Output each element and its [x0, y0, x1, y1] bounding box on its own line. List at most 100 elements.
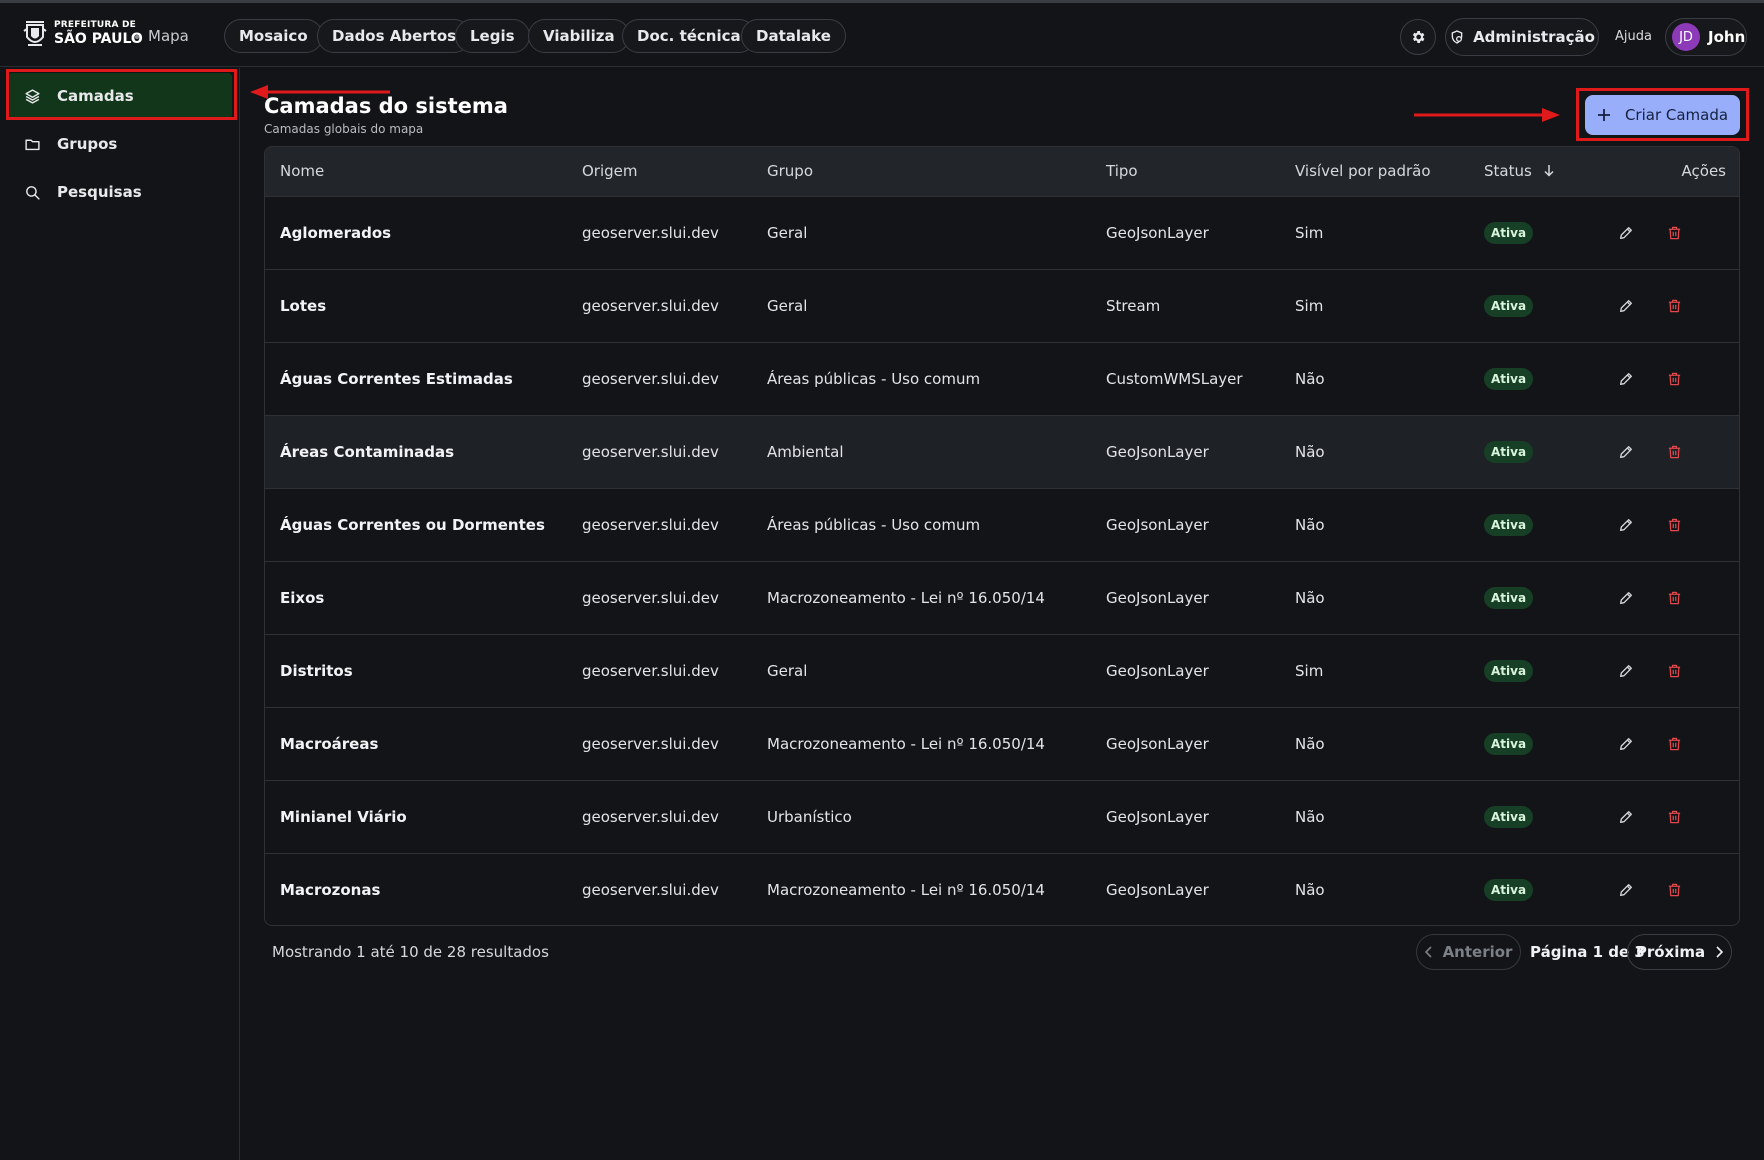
table-row[interactable]: Eixos geoserver.slui.dev Macrozoneamento… [265, 561, 1739, 634]
cell-nome: Eixos [280, 588, 325, 607]
cell-nome: Macroáreas [280, 734, 379, 753]
trash-icon [1668, 810, 1680, 823]
top-header: PREFEITURA DE SÃO PAULO Mapa Mosaico Dad… [0, 3, 1764, 67]
nav-doc-tecnica[interactable]: Doc. técnica [622, 19, 756, 53]
cell-visivel: Não [1295, 734, 1325, 753]
cell-origem: geoserver.slui.dev [582, 296, 719, 315]
sidebar-item-label: Camadas [57, 87, 134, 105]
app-name[interactable]: Mapa [148, 27, 189, 45]
table-row[interactable]: Lotes geoserver.slui.dev Geral Stream Si… [265, 269, 1739, 342]
layers-icon [25, 88, 40, 104]
cell-grupo: Geral [767, 223, 808, 242]
edit-button[interactable] [1616, 515, 1636, 535]
table-row[interactable]: Macrozonas geoserver.slui.dev Macrozonea… [265, 853, 1739, 925]
cell-visivel: Não [1295, 442, 1325, 461]
column-header-visivel[interactable]: Visível por padrão [1280, 147, 1469, 197]
column-header-status-label: Status [1484, 162, 1532, 181]
cell-visivel: Não [1295, 807, 1325, 826]
cell-tipo: GeoJsonLayer [1106, 807, 1209, 826]
next-page-button[interactable]: Próxima [1627, 934, 1732, 970]
pencil-icon [1620, 591, 1632, 604]
cell-grupo: Urbanístico [767, 807, 852, 826]
table-row[interactable]: Aglomerados geoserver.slui.dev Geral Geo… [265, 196, 1739, 269]
criar-camada-label: Criar Camada [1624, 106, 1729, 124]
status-badge: Ativa [1484, 294, 1534, 317]
cell-origem: geoserver.slui.dev [582, 661, 719, 680]
pencil-icon [1620, 226, 1632, 239]
column-header-nome[interactable]: Nome [265, 147, 567, 197]
table-row[interactable]: Minianel Viário geoserver.slui.dev Urban… [265, 780, 1739, 853]
delete-button[interactable] [1664, 880, 1684, 900]
nav-datalake[interactable]: Datalake [741, 19, 846, 53]
edit-button[interactable] [1616, 661, 1636, 681]
pencil-icon [1620, 518, 1632, 531]
cell-tipo: GeoJsonLayer [1106, 588, 1209, 607]
table-row[interactable]: Áreas Contaminadas geoserver.slui.dev Am… [265, 415, 1739, 488]
settings-button[interactable] [1400, 19, 1436, 55]
nav-viabiliza[interactable]: Viabiliza [528, 19, 630, 53]
cell-tipo: GeoJsonLayer [1106, 880, 1209, 899]
cell-status: Ativa [1469, 488, 1587, 561]
column-header-grupo[interactable]: Grupo [752, 147, 1091, 197]
status-badge: Ativa [1484, 659, 1534, 682]
criar-camada-button[interactable]: Criar Camada [1585, 95, 1740, 135]
prefeitura-logo[interactable]: PREFEITURA DE SÃO PAULO [22, 17, 143, 49]
column-header-origem[interactable]: Origem [567, 147, 752, 197]
avatar: JD [1672, 23, 1700, 51]
administracao-button[interactable]: Administração [1445, 18, 1599, 56]
cell-origem: geoserver.slui.dev [582, 880, 719, 899]
cell-nome: Minianel Viário [280, 807, 407, 826]
delete-button[interactable] [1664, 734, 1684, 754]
cell-visivel: Não [1295, 880, 1325, 899]
table-row[interactable]: Águas Correntes Estimadas geoserver.slui… [265, 342, 1739, 415]
status-badge: Ativa [1484, 878, 1534, 901]
next-page-label: Próxima [1635, 943, 1706, 961]
page-subtitle: Camadas globais do mapa [264, 122, 424, 136]
results-summary: Mostrando 1 até 10 de 28 resultados [272, 943, 549, 961]
cell-tipo: GeoJsonLayer [1106, 661, 1209, 680]
column-header-status[interactable]: Status [1469, 147, 1587, 197]
sidebar-item-camadas[interactable]: Camadas [8, 73, 232, 119]
user-name: John [1708, 28, 1746, 46]
delete-button[interactable] [1664, 296, 1684, 316]
cell-tipo: GeoJsonLayer [1106, 223, 1209, 242]
edit-button[interactable] [1616, 223, 1636, 243]
edit-button[interactable] [1616, 369, 1636, 389]
edit-button[interactable] [1616, 296, 1636, 316]
sidebar-item-pesquisas[interactable]: Pesquisas [8, 169, 232, 215]
trash-icon [1668, 883, 1680, 896]
cell-status: Ativa [1469, 707, 1587, 780]
delete-button[interactable] [1664, 515, 1684, 535]
table-row[interactable]: Macroáreas geoserver.slui.dev Macrozonea… [265, 707, 1739, 780]
delete-button[interactable] [1664, 442, 1684, 462]
status-badge: Ativa [1484, 367, 1534, 390]
nav-dados-abertos[interactable]: Dados Abertos [317, 19, 472, 53]
sort-descending-icon [1544, 165, 1554, 177]
cell-grupo: Macrozoneamento - Lei nº 16.050/14 [767, 734, 1045, 753]
sidebar-item-grupos[interactable]: Grupos [8, 121, 232, 167]
table-row[interactable]: Distritos geoserver.slui.dev Geral GeoJs… [265, 634, 1739, 707]
edit-button[interactable] [1616, 807, 1636, 827]
help-link[interactable]: Ajuda [1615, 29, 1652, 44]
nav-legis[interactable]: Legis [455, 19, 530, 53]
nav-mosaico[interactable]: Mosaico [224, 19, 323, 53]
edit-button[interactable] [1616, 442, 1636, 462]
table-row[interactable]: Águas Correntes ou Dormentes geoserver.s… [265, 488, 1739, 561]
edit-button[interactable] [1616, 880, 1636, 900]
edit-button[interactable] [1616, 588, 1636, 608]
delete-button[interactable] [1664, 661, 1684, 681]
delete-button[interactable] [1664, 369, 1684, 389]
cell-acoes [1587, 342, 1739, 415]
user-menu-button[interactable]: JD John [1665, 18, 1747, 56]
shield-settings-icon [1451, 30, 1463, 44]
previous-page-button[interactable]: Anterior [1416, 934, 1521, 970]
cell-acoes [1587, 853, 1739, 925]
pencil-icon [1620, 810, 1632, 823]
table-header-row: Nome Origem Grupo Tipo Visível por padrã… [265, 147, 1739, 197]
cell-grupo: Ambiental [767, 442, 844, 461]
delete-button[interactable] [1664, 223, 1684, 243]
column-header-tipo[interactable]: Tipo [1091, 147, 1280, 197]
delete-button[interactable] [1664, 807, 1684, 827]
edit-button[interactable] [1616, 734, 1636, 754]
delete-button[interactable] [1664, 588, 1684, 608]
